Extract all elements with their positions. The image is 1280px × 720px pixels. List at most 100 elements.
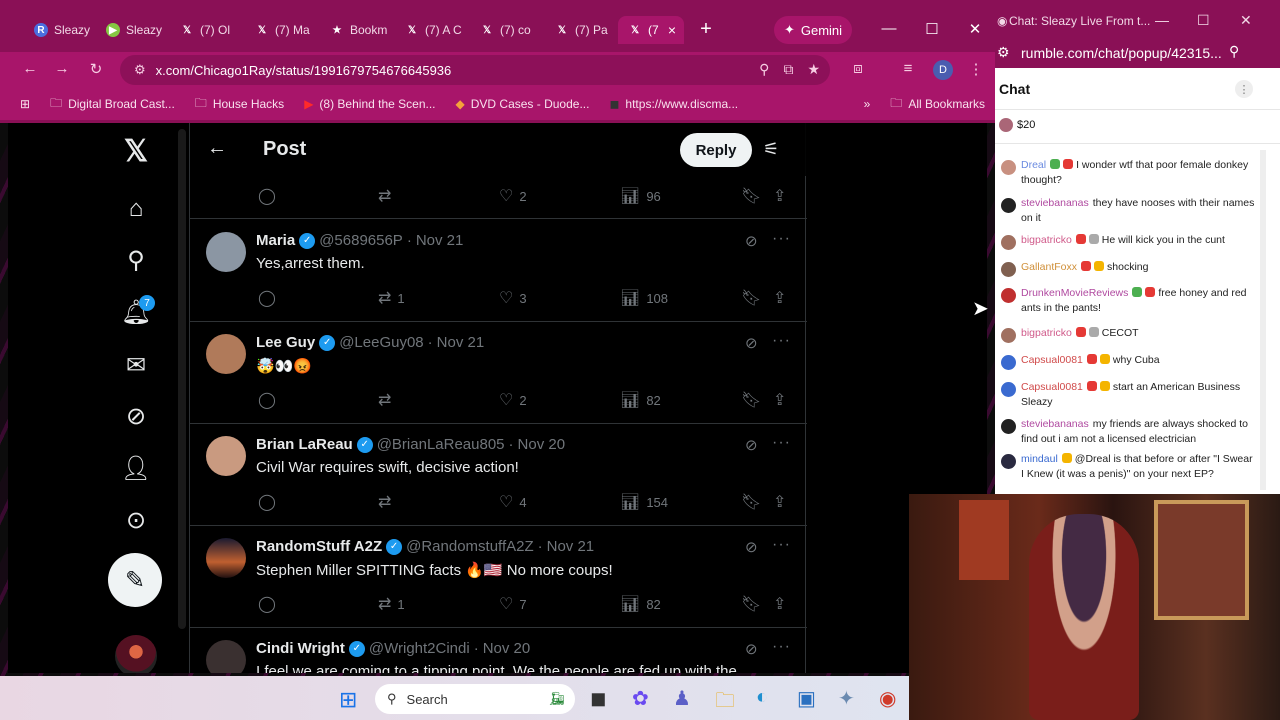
new-tab-button[interactable]: + (696, 18, 716, 41)
forward-icon[interactable]: → (52, 60, 72, 77)
repost-action[interactable]: ⇄ 1 (378, 288, 405, 308)
bookmark-action[interactable]: 🔖︎ (741, 288, 761, 308)
messages-icon[interactable]: ✉ (118, 347, 154, 383)
tab-3[interactable]: 𝕏 (7) Ol (170, 16, 242, 44)
like-action[interactable]: ♡ 7 (499, 594, 527, 614)
tweet-date[interactable]: Nov 20 (483, 640, 531, 657)
like-action[interactable]: ♡ 4 (499, 492, 527, 512)
repost-action[interactable]: ⇄ (378, 492, 397, 512)
chat-username[interactable]: GallantFoxx (1021, 261, 1077, 273)
views-action[interactable]: 📊︎ 82 (620, 390, 661, 410)
bookmark-item[interactable]: ▶ (8) Behind the Scen... (294, 97, 445, 111)
file-explorer-icon[interactable]: 🗀 (715, 686, 735, 720)
tab-4[interactable]: 𝕏 (7) Ma (245, 16, 317, 44)
windows-start-icon[interactable]: ⊞ (339, 687, 357, 713)
x-logo-icon[interactable]: 𝕏 (118, 133, 154, 169)
author-name[interactable]: Maria (256, 232, 295, 249)
share-action[interactable]: ⇪ (773, 390, 786, 410)
share-action[interactable]: ⇪ (773, 186, 786, 206)
site-info-icon[interactable]: ⚙ (134, 62, 146, 78)
address-bar[interactable]: ⚙ x.com/Chicago1Ray/status/1991679754676… (120, 55, 830, 85)
more-icon[interactable]: ··· (772, 638, 791, 656)
chat-username[interactable]: Capsual0081 (1021, 381, 1083, 393)
chat-username[interactable]: steviebananas (1021, 197, 1089, 209)
reply-action[interactable]: ◯ (258, 288, 282, 308)
bookmark-action[interactable]: 🔖︎ (741, 594, 761, 614)
more-icon[interactable]: ··· (772, 230, 791, 248)
reply-tweet[interactable]: Lee Guy ✓ @LeeGuy08 · Nov 21 🤯👀😡 ⊘ ··· ◯ ⇄ ♡… (190, 322, 807, 424)
repost-action[interactable]: ⇄ 1 (378, 594, 405, 614)
media-control-icon[interactable]: ≡ (898, 60, 918, 77)
author-handle[interactable]: @5689656P (319, 232, 403, 249)
close-tab-icon[interactable]: × (668, 22, 676, 38)
more-icon[interactable]: ··· (772, 536, 791, 554)
home-icon[interactable]: ⌂ (118, 191, 154, 227)
avatar[interactable] (206, 640, 246, 673)
avatar[interactable] (1001, 235, 1016, 250)
maximize-icon[interactable]: ☐ (922, 20, 942, 38)
close-window-icon[interactable]: ✕ (965, 20, 985, 38)
avatar[interactable] (1001, 288, 1016, 303)
copilot-icon[interactable]: ✿ (632, 686, 649, 711)
account-avatar[interactable] (115, 635, 157, 673)
reply-action[interactable]: ◯ (258, 492, 282, 512)
edge-icon[interactable]: ◐ (756, 686, 768, 709)
scrollbar[interactable] (178, 129, 186, 629)
maximize-icon[interactable]: ☐ (1197, 12, 1210, 29)
more-options-icon[interactable]: ⊙ (118, 502, 154, 538)
minimize-icon[interactable]: — (879, 20, 899, 37)
bookmark-star-icon[interactable]: ★ (807, 61, 820, 78)
tab-7[interactable]: 𝕏 (7) co (470, 16, 542, 44)
reply-tweet[interactable]: Brian LaReau ✓ @BrianLaReau805 · Nov 20 Civi… (190, 424, 807, 526)
apps-icon[interactable]: ⊞ (0, 97, 40, 111)
reply-tweet[interactable]: RandomStuff A2Z ✓ @RandomstuffA2Z · Nov 21 S… (190, 526, 807, 628)
back-arrow-icon[interactable]: ← (207, 137, 227, 160)
site-info-icon[interactable]: ⚙ (997, 44, 1010, 61)
compose-post-button[interactable]: ✎ (108, 553, 162, 607)
gemini-button[interactable]: ✦ Gemini (774, 16, 852, 44)
minimize-icon[interactable]: — (1155, 12, 1169, 28)
all-bookmarks[interactable]: 🗀 All Bookmarks (880, 94, 995, 115)
reply-action[interactable]: ◯ (258, 594, 282, 614)
bookmark-action[interactable]: 🔖︎ (741, 186, 761, 206)
views-action[interactable]: 📊︎ 82 (620, 594, 661, 614)
grok-icon[interactable]: ⊘ (745, 436, 758, 454)
author-handle[interactable]: @LeeGuy08 (339, 334, 423, 351)
avatar[interactable] (1001, 198, 1016, 213)
like-action[interactable]: ♡ 3 (499, 288, 527, 308)
tab-8[interactable]: 𝕏 (7) Pa (545, 16, 617, 44)
author-handle[interactable]: @BrianLaReau805 (377, 436, 505, 453)
avatar[interactable] (206, 334, 246, 374)
author-name[interactable]: Brian LaReau (256, 436, 353, 453)
avatar[interactable] (1001, 262, 1016, 277)
profile-avatar[interactable]: D (933, 60, 953, 80)
author-handle[interactable]: @RandomstuffA2Z (406, 538, 534, 555)
bookmark-item[interactable]: 🗀 House Hacks (185, 94, 294, 115)
teams-icon[interactable]: ♟ (673, 686, 691, 711)
views-action[interactable]: 📊︎ 108 (620, 288, 668, 308)
author-handle[interactable]: @Wright2Cindi (369, 640, 470, 657)
grok-icon[interactable]: ⊘ (745, 334, 758, 352)
chat-username[interactable]: Dreal (1021, 159, 1046, 171)
task-view-icon[interactable]: ◼ (590, 686, 607, 711)
more-icon[interactable]: ··· (772, 332, 791, 350)
chat-username[interactable]: steviebananas (1021, 418, 1089, 430)
tab-5[interactable]: ★ Bookm (320, 16, 392, 44)
tweet-date[interactable]: Nov 20 (518, 436, 566, 453)
more-icon[interactable]: ··· (772, 434, 791, 452)
repost-action[interactable]: ⇄ (378, 390, 397, 410)
extensions-icon[interactable]: ⧈ (848, 60, 868, 77)
reply-action[interactable]: ◯ (258, 390, 282, 410)
chat-username[interactable]: bigpatricko (1021, 327, 1072, 339)
chat-username[interactable]: DrunkenMovieReviews (1021, 287, 1128, 299)
reload-icon[interactable]: ↻ (86, 60, 106, 78)
close-window-icon[interactable]: ✕ (1240, 12, 1252, 29)
avatar[interactable] (1001, 382, 1016, 397)
avatar[interactable] (206, 232, 246, 272)
back-icon[interactable]: ← (20, 60, 40, 77)
author-name[interactable]: Lee Guy (256, 334, 315, 351)
taskbar-search[interactable]: ⚲ Search 🚂︎ (375, 684, 575, 714)
bookmark-item[interactable]: ◼ https://www.discma... (599, 97, 748, 111)
share-action[interactable]: ⇪ (773, 288, 786, 308)
store-icon[interactable]: ▣ (797, 686, 816, 711)
